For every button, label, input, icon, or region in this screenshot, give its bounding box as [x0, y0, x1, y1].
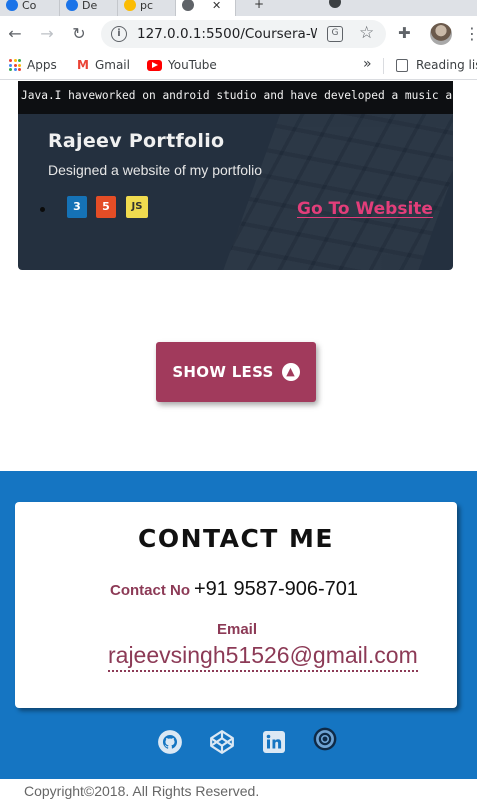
javascript-icon: JS	[126, 196, 148, 218]
apps-grid-icon	[9, 59, 21, 71]
google-favicon-icon	[66, 0, 78, 11]
forward-arrow-icon[interactable]: →	[37, 24, 57, 44]
tab-search-icon[interactable]	[329, 0, 341, 8]
contact-section: CONTACT ME Contact No +91 9587-906-701 E…	[0, 471, 477, 779]
site-info-icon[interactable]: i	[111, 26, 127, 42]
profile-avatar[interactable]	[430, 23, 452, 45]
browser-menu-icon[interactable]: ⋮	[464, 24, 477, 43]
contact-card: CONTACT ME Contact No +91 9587-906-701 E…	[15, 502, 457, 708]
contact-title: CONTACT ME	[137, 524, 335, 553]
social-links	[0, 726, 477, 765]
photos-favicon-icon	[124, 0, 136, 11]
new-tab-icon[interactable]: +	[254, 0, 264, 11]
footer: Copyright©2018. All Rights Reserved.	[0, 779, 477, 807]
github-icon[interactable]	[157, 729, 183, 755]
youtube-icon	[147, 59, 162, 71]
google-favicon-icon	[6, 0, 18, 11]
bookmark-label: Reading list	[416, 58, 477, 72]
project-card: Java.I haveworked on android studio and …	[18, 81, 453, 270]
copyright-text: Copyright©2018. All Rights Reserved.	[24, 783, 260, 799]
show-less-label: SHOW LESS	[172, 363, 274, 381]
bookmarks-overflow-button[interactable]: »	[363, 56, 372, 72]
browser-tab-strip: Co De pc ✕ +	[0, 0, 477, 16]
bookmark-reading-list[interactable]: Reading list	[396, 58, 477, 72]
gmail-icon: M	[77, 58, 89, 72]
browser-tab-label: pc	[140, 0, 154, 12]
browser-tab-label: Co	[22, 0, 37, 12]
project-title: Rajeev Portfolio	[48, 130, 225, 152]
email-label: Email	[217, 621, 258, 638]
translate-icon[interactable]: G	[327, 26, 343, 42]
bookmark-gmail[interactable]: M Gmail	[77, 58, 130, 72]
linkedin-icon[interactable]	[261, 729, 287, 755]
bookmarks-separator	[383, 58, 384, 74]
project-subtitle: Designed a website of my portfolio	[48, 162, 262, 178]
back-arrow-icon[interactable]: ←	[5, 24, 25, 44]
hackerrank-icon[interactable]	[312, 726, 338, 752]
chevron-up-circle-icon: ▲	[281, 363, 300, 381]
css3-icon: 3	[67, 196, 87, 218]
bookmark-label: YouTube	[168, 58, 217, 72]
project-description: Java.I haveworked on android studio and …	[18, 81, 453, 114]
overflow-chevron-icon: »	[363, 56, 372, 72]
address-url[interactable]: 127.0.0.1:5500/Coursera-W...	[137, 26, 317, 42]
browser-tab-1[interactable]: Co	[0, 0, 60, 16]
bookmark-label: Apps	[27, 58, 57, 72]
tab-close-icon[interactable]: ✕	[212, 0, 221, 12]
bookmark-youtube[interactable]: YouTube	[147, 58, 217, 72]
address-bar[interactable]: i 127.0.0.1:5500/Coursera-W... G ☆	[101, 20, 386, 48]
page-viewport: Java.I haveworked on android studio and …	[0, 81, 477, 807]
browser-tab-2[interactable]: De	[60, 0, 118, 16]
reading-list-icon	[396, 58, 408, 72]
html5-icon: 5	[96, 196, 116, 218]
show-less-button[interactable]: SHOW LESS ▲	[156, 342, 316, 402]
page-favicon-icon	[182, 0, 194, 11]
contact-phone[interactable]: +91 9587-906-701	[194, 578, 358, 601]
contact-no-label: Contact No	[110, 582, 190, 599]
browser-tab-active[interactable]: ✕	[176, 0, 236, 16]
browser-tab-label: De	[82, 0, 98, 12]
bookmark-apps[interactable]: Apps	[9, 58, 57, 72]
codepen-icon[interactable]	[209, 729, 235, 755]
list-bullet	[40, 207, 45, 212]
extensions-puzzle-icon[interactable]: ✚	[398, 24, 411, 42]
email-link[interactable]: rajeevsingh51526@gmail.com	[108, 642, 418, 672]
bookmarks-bar: Apps M Gmail YouTube » Reading list	[0, 52, 477, 80]
bookmark-star-icon[interactable]: ☆	[359, 23, 374, 43]
bookmark-label: Gmail	[94, 58, 130, 72]
browser-tab-3[interactable]: pc	[118, 0, 176, 16]
reload-icon[interactable]: ↻	[69, 24, 89, 44]
go-to-website-link[interactable]: Go To Website	[297, 199, 433, 219]
